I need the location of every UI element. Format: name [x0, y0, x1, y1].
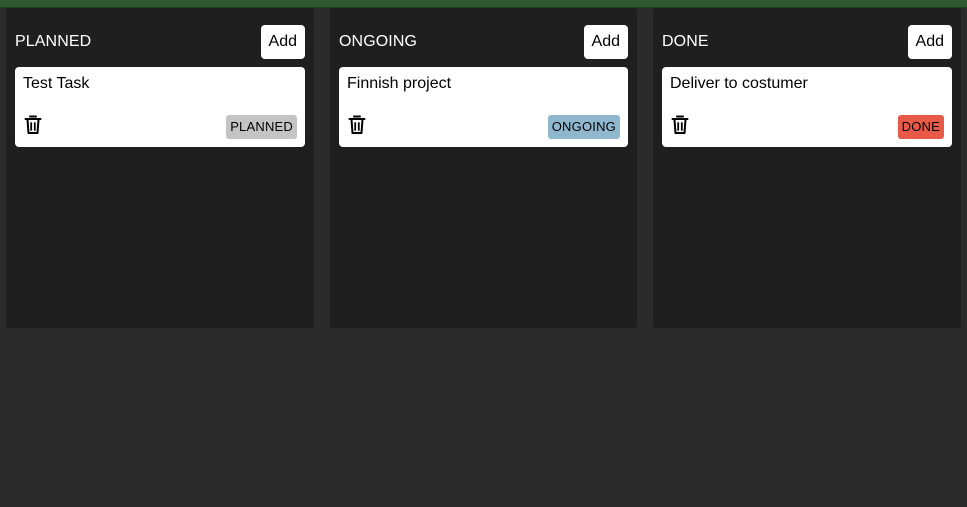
status-badge: ONGOING	[547, 115, 620, 139]
kanban-board: PLANNED Add Test Task PLANNED ONGOING Ad…	[0, 0, 967, 507]
add-task-button[interactable]: Add	[260, 25, 305, 59]
add-task-button[interactable]: Add	[907, 25, 952, 59]
task-title: Test Task	[23, 75, 90, 92]
column-done: DONE Add Deliver to costumer DONE	[653, 8, 961, 328]
trash-icon[interactable]	[348, 115, 366, 135]
column-title: ONGOING	[339, 33, 418, 50]
trash-icon[interactable]	[671, 115, 689, 135]
task-card[interactable]: Deliver to costumer DONE	[662, 67, 952, 147]
column-header: ONGOING Add	[339, 25, 628, 59]
task-card[interactable]: Test Task PLANNED	[15, 67, 305, 147]
add-task-button[interactable]: Add	[583, 25, 628, 59]
status-badge: PLANNED	[226, 115, 297, 139]
column-planned: PLANNED Add Test Task PLANNED	[6, 8, 314, 328]
column-ongoing: ONGOING Add Finnish project ONGOING	[330, 8, 637, 328]
column-title: DONE	[662, 33, 709, 50]
task-title: Finnish project	[347, 75, 452, 92]
task-title: Deliver to costumer	[670, 75, 808, 92]
column-header: PLANNED Add	[15, 25, 305, 59]
trash-icon[interactable]	[24, 115, 42, 135]
status-badge: DONE	[897, 115, 944, 139]
column-title: PLANNED	[15, 33, 92, 50]
column-header: DONE Add	[662, 25, 952, 59]
task-card[interactable]: Finnish project ONGOING	[339, 67, 628, 147]
